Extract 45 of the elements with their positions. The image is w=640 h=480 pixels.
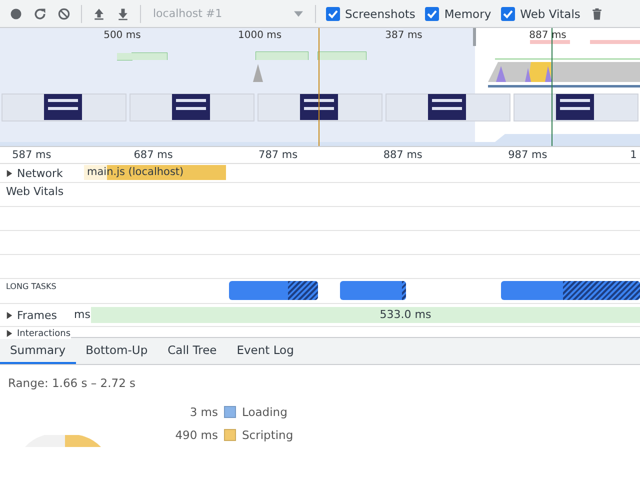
checkbox-label: Memory — [444, 6, 492, 20]
legend-value: 490 ms — [174, 428, 218, 442]
time-label: 887 ms — [383, 149, 422, 161]
tab[interactable]: Call Tree — [158, 338, 227, 364]
time-label: 1 — [630, 149, 637, 161]
track-label: Web Vitals — [6, 185, 64, 198]
time-label: 500 ms — [104, 30, 141, 41]
expand-arrow-icon[interactable] — [6, 330, 13, 337]
legend-value: 3 ms — [188, 405, 218, 419]
tab[interactable]: Summary — [0, 338, 76, 364]
time-label: 987 ms — [508, 149, 548, 161]
upload-icon[interactable] — [92, 6, 106, 20]
legend-label: Loading — [242, 405, 288, 419]
clear-icon[interactable] — [57, 6, 71, 20]
time-label: 387 ms — [385, 30, 422, 41]
trash-icon[interactable] — [590, 6, 604, 20]
tab[interactable]: Bottom-Up — [76, 338, 158, 364]
checkbox-box[interactable] — [425, 6, 440, 20]
reload-icon[interactable] — [33, 6, 47, 20]
long-task-bar[interactable] — [501, 281, 640, 300]
long-task-bar[interactable] — [340, 281, 406, 300]
checkbox-box[interactable] — [501, 6, 516, 20]
checkbox-label: Screenshots — [345, 6, 416, 20]
record-icon[interactable] — [9, 6, 23, 20]
checkbox[interactable]: Memory — [425, 6, 492, 20]
time-label: 687 ms — [134, 149, 173, 161]
caret-icon — [294, 10, 303, 16]
track-label: LONG TASKS — [6, 282, 56, 291]
long-task-bar[interactable] — [229, 281, 318, 300]
interactions-track-toggle[interactable]: Interactions — [0, 328, 71, 338]
checkbox[interactable]: Web Vitals — [501, 6, 580, 20]
legend-label: Scripting — [242, 428, 294, 442]
time-label: 587 ms — [12, 149, 52, 161]
range-text: Range: 1.66 s – 2.72 s — [8, 376, 137, 390]
tab[interactable]: Event Log — [226, 338, 304, 364]
download-icon[interactable] — [116, 6, 130, 20]
expand-arrow-icon[interactable] — [6, 170, 13, 176]
frame-duration: ms — [74, 308, 90, 321]
checkbox-label: Web Vitals — [520, 6, 580, 20]
time-label: 1000 ms — [238, 30, 282, 41]
time-label: 787 ms — [258, 149, 298, 161]
expand-arrow-icon[interactable] — [6, 312, 13, 318]
frame-bar[interactable]: 533.0 ms — [91, 307, 640, 323]
checkbox-box[interactable] — [326, 6, 340, 20]
checkbox[interactable]: Screenshots — [326, 6, 416, 20]
